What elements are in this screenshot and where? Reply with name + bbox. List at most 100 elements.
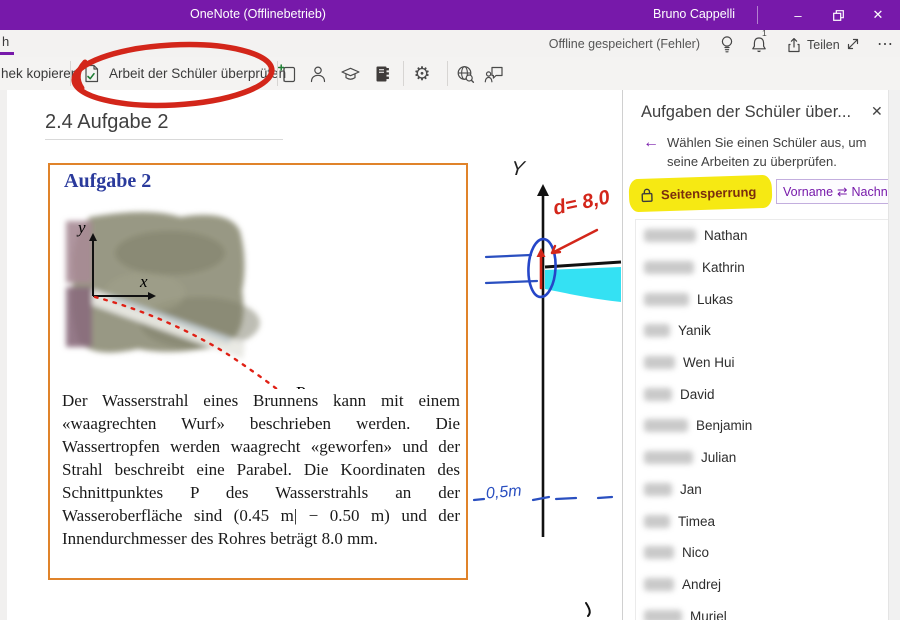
blue-lower-line [486,281,537,283]
title-bar: OneNote (Offlinebetrieb) Bruno Cappelli … [0,0,900,30]
share-icon [786,37,802,53]
student-first-name: Timea [678,514,715,529]
student-first-name: Benjamin [696,418,752,433]
restore-button[interactable] [821,0,855,30]
student-first-name: Wen Hui [683,355,735,370]
more-options-button[interactable]: ⋯ [872,32,898,56]
people-chat-icon [484,64,505,84]
share-button[interactable]: Teilen [786,37,840,53]
fullscreen-button[interactable] [840,32,866,56]
ribbon-divider [403,61,404,86]
student-row[interactable]: Nathan [636,220,888,252]
graduation-cap-icon [340,65,361,83]
panel-close-icon[interactable]: ✕ [871,103,883,120]
student-row[interactable]: Andrej [636,569,888,601]
redacted-lastname [644,229,696,242]
cyan-highlight-stripe [545,267,621,302]
swap-icon: ⇄ [837,184,847,199]
student-first-name: Julian [701,450,736,465]
sync-status: Offline gespeichert (Fehler) [549,37,700,51]
redacted-lastname [644,546,674,559]
ribbon-tab-fragment[interactable]: h [2,34,9,49]
blue-upper-line [486,255,531,257]
close-button[interactable]: ✕ [861,0,895,30]
notification-count: 1 [762,28,767,38]
active-tab-indicator [0,52,14,55]
lightbulb-icon [718,34,736,54]
diameter-note: d= 8,0 [551,186,612,220]
canvas-left-margin [0,90,7,620]
student-view-button[interactable] [306,62,330,86]
back-arrow-icon[interactable]: ← [643,134,659,152]
copy-command-fragment[interactable]: hek kopieren [1,66,78,81]
document-check-icon [82,63,101,84]
redacted-lastname [644,515,670,528]
page-title[interactable]: 2.4 Aufgabe 2 [45,111,168,134]
name-sort-toggle[interactable]: Vorname ⇄ Nachname [776,179,900,204]
redacted-lastname [644,356,675,369]
ribbon-divider [70,61,71,86]
student-first-name: Lukas [697,292,733,307]
review-button-label: Arbeit der Schüler überprüfen [109,66,286,81]
stray-ink-stroke [586,603,590,616]
red-pointer-line [552,230,597,253]
student-first-name: Kathrin [702,260,745,275]
ribbon: hek kopieren Arbeit der Schüler überprüf… [0,57,900,91]
task-frame: Aufgabe 2 [48,163,468,580]
notebook-button[interactable] [370,62,394,86]
blue-circle-annotation [527,238,557,297]
student-row[interactable]: Jan [636,474,888,506]
student-row[interactable]: Yanik [636,315,888,347]
settings-button[interactable]: ⚙ [410,62,434,86]
person-icon [308,64,328,84]
review-panel: Aufgaben der Schüler über... ✕ ← Wählen … [622,90,900,620]
hand-y-axis-label: Y [510,158,526,181]
feedback-button[interactable] [482,62,506,86]
signed-in-user: Bruno Cappelli [653,7,735,21]
web-lookup-button[interactable] [453,62,477,86]
ribbon-divider [447,61,448,86]
redacted-lastname [644,419,688,432]
notifications-button[interactable]: 1 [746,32,772,56]
redacted-lastname [644,293,689,306]
student-row[interactable]: Muriel [636,600,888,620]
add-page-button[interactable] [276,62,300,86]
axis-x-label: x [139,272,148,291]
expand-icon [845,36,861,52]
teacher-only-button[interactable] [338,62,362,86]
titlebar-divider [757,6,758,24]
student-row[interactable]: Wen Hui [636,347,888,379]
student-row[interactable]: Kathrin [636,252,888,284]
panel-scrollbar-track[interactable] [888,90,900,620]
redacted-lastname [644,610,682,620]
page-lock-label: Seitensperrung [661,184,757,202]
review-student-work-button[interactable]: Arbeit der Schüler überprüfen [82,60,286,87]
page-lock-toggle[interactable]: Seitensperrung [629,175,773,212]
task-title: Aufgabe 2 [64,170,151,193]
minimize-button[interactable]: – [781,0,815,30]
student-row[interactable]: Julian [636,442,888,474]
student-row[interactable]: David [636,378,888,410]
globe-search-icon [455,64,476,85]
lightbulb-button[interactable] [714,32,740,56]
redacted-lastname [644,388,672,401]
add-notebook-icon [278,64,298,84]
share-label: Teilen [807,38,840,52]
depth-note: 0,5m [485,482,522,503]
student-first-name: Andrej [682,577,721,592]
page-title-underline [45,139,283,140]
window-title: OneNote (Offlinebetrieb) [190,7,326,21]
student-row[interactable]: Timea [636,505,888,537]
hand-y-axis-arrowhead [537,184,549,196]
quick-toolbar: h Offline gespeichert (Fehler) 1 Teilen [0,30,900,57]
notebook-icon [372,64,392,84]
task-text: Der Wasserstrahl eines Brunnens kann mit… [62,389,460,550]
panel-title: Aufgaben der Schüler über... [641,103,869,122]
student-row[interactable]: Nico [636,537,888,569]
water-jet-illustration: y x P [50,193,466,389]
student-first-name: Nathan [704,228,748,243]
student-row[interactable]: Benjamin [636,410,888,442]
student-list: Nathan Kathrin Lukas Yanik Wen Hui David [635,219,888,620]
student-first-name: Jan [680,482,702,497]
student-row[interactable]: Lukas [636,283,888,315]
